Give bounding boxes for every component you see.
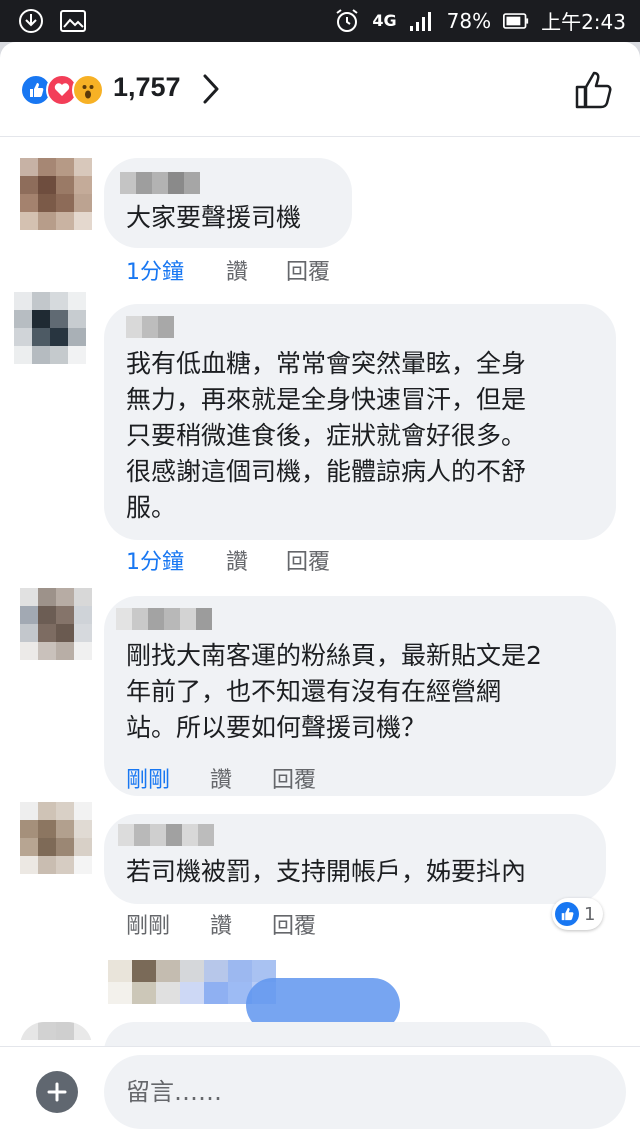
comment-input[interactable] — [104, 1055, 626, 1129]
signal-icon — [409, 8, 435, 34]
like-link[interactable]: 讚 — [210, 762, 272, 794]
commenter-name[interactable] — [118, 824, 214, 846]
comment-composer — [0, 1046, 640, 1138]
image-icon — [60, 8, 86, 34]
like-link[interactable]: 讚 — [210, 908, 272, 940]
avatar[interactable] — [20, 588, 92, 660]
reply-link[interactable]: 回覆 — [286, 544, 330, 576]
comment-bubble[interactable]: 若司機被罰，支持開帳戶，姊要抖內 — [104, 814, 606, 904]
battery-icon — [503, 8, 529, 34]
download-icon — [18, 8, 44, 34]
reactions-header: 1,757 — [0, 42, 640, 137]
comment-timestamp[interactable]: 剛剛 — [126, 908, 210, 940]
comment-text: 剛找大南客運的粉絲頁，最新貼文是2 年前了，也不知還有沒有在經營網 站。所以要如… — [126, 641, 542, 742]
wow-reaction-icon — [72, 74, 104, 106]
network-type: 4G — [372, 11, 397, 30]
reaction-count: 1 — [584, 903, 596, 925]
comment-actions: 1分鐘 讚 回覆 — [126, 544, 330, 576]
status-bar: 4G 78% 上午2:43 — [0, 0, 640, 42]
commenter-name[interactable] — [126, 316, 174, 338]
commenter-name[interactable] — [116, 608, 212, 630]
reply-link[interactable]: 回覆 — [272, 908, 316, 940]
comment-timestamp[interactable]: 剛剛 — [126, 762, 210, 794]
comment-actions: 1分鐘 讚 回覆 — [126, 254, 330, 286]
like-link[interactable]: 讚 — [226, 544, 286, 576]
comment-actions: 剛剛 讚 回覆 — [126, 762, 316, 794]
comment-text: 若司機被罰，支持開帳戶，姊要抖內 — [126, 857, 527, 886]
avatar — [20, 1022, 92, 1046]
chevron-right-icon[interactable] — [200, 72, 222, 110]
reply-link[interactable]: 回覆 — [272, 762, 316, 794]
alarm-icon — [334, 8, 360, 34]
reaction-summary[interactable] — [20, 74, 104, 106]
clock: 上午2:43 — [541, 10, 626, 34]
comment-timestamp[interactable]: 1分鐘 — [126, 254, 226, 286]
plus-icon[interactable] — [36, 1071, 78, 1113]
reply-link[interactable]: 回覆 — [286, 254, 330, 286]
battery-percent: 78% — [446, 8, 492, 33]
reaction-count[interactable]: 1,757 — [113, 72, 181, 103]
comment-actions: 剛剛 讚 回覆 — [126, 908, 316, 940]
comment-reaction-badge[interactable]: 1 — [552, 898, 604, 930]
comment-text: 我有低血糖，常常會突然暈眩，全身 無力，再來就是全身快速冒汗，但是 只要稍微進食… — [126, 349, 527, 522]
comments-sheet: 1,757 大家要聲援司機 1分鐘 讚 回覆 我有低血糖，常常會突然暈眩，全身 … — [0, 42, 640, 1138]
commenter-name[interactable] — [120, 172, 200, 194]
thumbs-up-icon[interactable] — [574, 70, 614, 114]
avatar[interactable] — [20, 802, 92, 874]
like-link[interactable]: 讚 — [226, 254, 286, 286]
comment-text: 大家要聲援司機 — [126, 203, 302, 232]
avatar[interactable] — [20, 158, 92, 230]
avatar[interactable] — [14, 292, 86, 364]
comment-bubble[interactable]: 我有低血糖，常常會突然暈眩，全身 無力，再來就是全身快速冒汗，但是 只要稍微進食… — [104, 304, 616, 540]
censored-name-block — [108, 960, 276, 982]
like-reaction-icon — [555, 902, 579, 926]
comment-timestamp[interactable]: 1分鐘 — [126, 544, 226, 576]
comment-bubble[interactable]: 大家要聲援司機 — [104, 158, 352, 248]
